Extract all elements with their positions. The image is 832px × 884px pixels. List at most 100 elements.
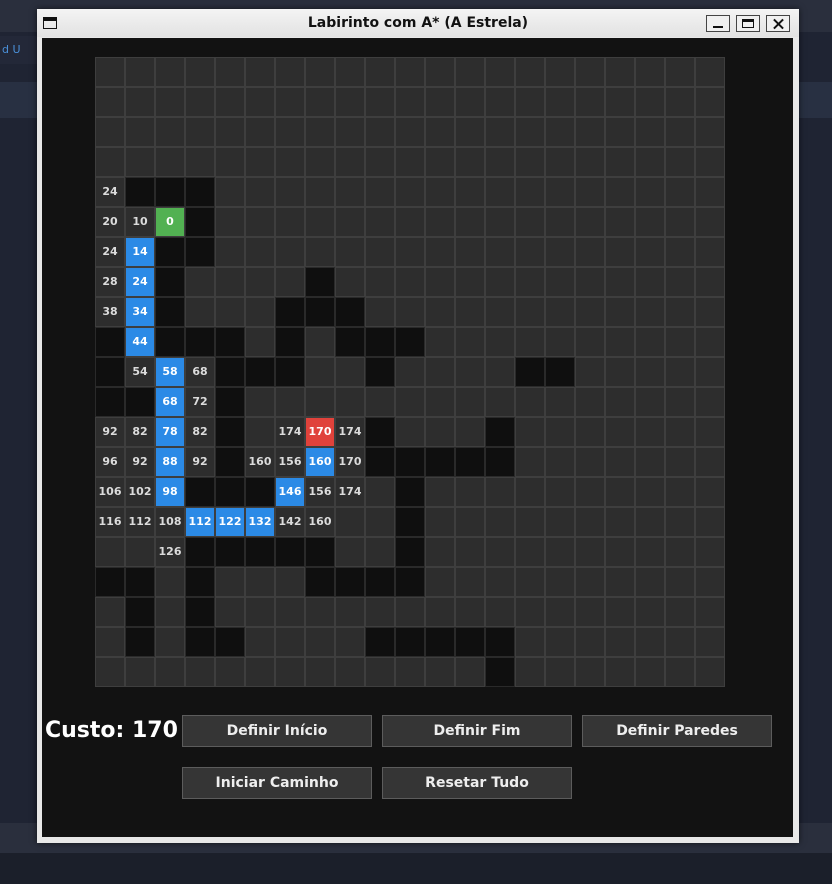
- maze-cell[interactable]: [245, 627, 275, 657]
- maze-cell[interactable]: [425, 147, 455, 177]
- maze-cell[interactable]: [365, 507, 395, 537]
- maze-wall-cell[interactable]: [215, 327, 245, 357]
- maze-cell[interactable]: [635, 357, 665, 387]
- maze-cell[interactable]: [155, 657, 185, 687]
- maze-cell[interactable]: [275, 207, 305, 237]
- maze-cell[interactable]: [665, 507, 695, 537]
- maze-cell[interactable]: [695, 57, 725, 87]
- maze-cell[interactable]: [545, 657, 575, 687]
- maze-cell[interactable]: [155, 147, 185, 177]
- maze-cell[interactable]: [635, 237, 665, 267]
- maze-wall-cell[interactable]: [185, 627, 215, 657]
- maze-cell[interactable]: [545, 567, 575, 597]
- maze-wall-cell[interactable]: [395, 327, 425, 357]
- maze-wall-cell[interactable]: [155, 297, 185, 327]
- maze-cell[interactable]: [695, 387, 725, 417]
- maze-cell[interactable]: [365, 87, 395, 117]
- maze-explored-cell[interactable]: 102: [125, 477, 155, 507]
- maze-cell[interactable]: [485, 387, 515, 417]
- maze-cell[interactable]: [695, 207, 725, 237]
- maze-wall-cell[interactable]: [245, 357, 275, 387]
- maze-cell[interactable]: [485, 87, 515, 117]
- maze-cell[interactable]: [245, 417, 275, 447]
- maze-wall-cell[interactable]: [365, 327, 395, 357]
- maze-wall-cell[interactable]: [305, 537, 335, 567]
- maze-cell[interactable]: [545, 507, 575, 537]
- maze-cell[interactable]: [425, 87, 455, 117]
- maze-wall-cell[interactable]: [365, 447, 395, 477]
- maze-cell[interactable]: [575, 507, 605, 537]
- maze-cell[interactable]: [125, 117, 155, 147]
- maze-cell[interactable]: [575, 147, 605, 177]
- maze-cell[interactable]: [215, 267, 245, 297]
- maze-cell[interactable]: [425, 357, 455, 387]
- maze-cell[interactable]: [335, 537, 365, 567]
- maze-cell[interactable]: [695, 327, 725, 357]
- maze-wall-cell[interactable]: [215, 477, 245, 507]
- maze-cell[interactable]: [635, 507, 665, 537]
- maze-cell[interactable]: [695, 657, 725, 687]
- maze-cell[interactable]: [455, 267, 485, 297]
- maze-cell[interactable]: [335, 147, 365, 177]
- maze-cell[interactable]: [365, 147, 395, 177]
- maze-explored-cell[interactable]: 112: [125, 507, 155, 537]
- maze-cell[interactable]: [515, 507, 545, 537]
- maze-cell[interactable]: [395, 117, 425, 147]
- maze-cell[interactable]: [395, 87, 425, 117]
- maze-explored-cell[interactable]: 174: [335, 417, 365, 447]
- maze-cell[interactable]: [455, 567, 485, 597]
- maze-cell[interactable]: [155, 627, 185, 657]
- maze-cell[interactable]: [605, 627, 635, 657]
- maze-cell[interactable]: [275, 267, 305, 297]
- maze-wall-cell[interactable]: [395, 627, 425, 657]
- maze-cell[interactable]: [455, 297, 485, 327]
- maze-cell[interactable]: [215, 657, 245, 687]
- maze-cell[interactable]: [425, 237, 455, 267]
- maze-explored-cell[interactable]: 174: [335, 477, 365, 507]
- maze-wall-cell[interactable]: [395, 507, 425, 537]
- maze-path-cell[interactable]: 122: [215, 507, 245, 537]
- maze-wall-cell[interactable]: [365, 627, 395, 657]
- maze-cell[interactable]: [485, 57, 515, 87]
- maze-cell[interactable]: [575, 357, 605, 387]
- maze-cell[interactable]: [335, 357, 365, 387]
- maze-cell[interactable]: [545, 117, 575, 147]
- maze-cell[interactable]: [665, 177, 695, 207]
- maze-cell[interactable]: [695, 357, 725, 387]
- maze-cell[interactable]: [425, 117, 455, 147]
- maze-cell[interactable]: [545, 147, 575, 177]
- maze-cell[interactable]: [695, 117, 725, 147]
- maze-cell[interactable]: [365, 387, 395, 417]
- maze-cell[interactable]: [515, 177, 545, 207]
- maze-cell[interactable]: [635, 447, 665, 477]
- maze-cell[interactable]: [305, 177, 335, 207]
- maze-cell[interactable]: [605, 57, 635, 87]
- reset-all-button[interactable]: Resetar Tudo: [382, 767, 572, 799]
- maze-path-cell[interactable]: 98: [155, 477, 185, 507]
- maze-cell[interactable]: [125, 147, 155, 177]
- maze-cell[interactable]: [515, 297, 545, 327]
- maze-wall-cell[interactable]: [485, 417, 515, 447]
- maze-wall-cell[interactable]: [185, 597, 215, 627]
- maze-wall-cell[interactable]: [185, 327, 215, 357]
- maze-wall-cell[interactable]: [395, 477, 425, 507]
- maze-cell[interactable]: [695, 87, 725, 117]
- maze-wall-cell[interactable]: [275, 357, 305, 387]
- maze-cell[interactable]: [665, 477, 695, 507]
- maze-wall-cell[interactable]: [395, 567, 425, 597]
- maze-explored-cell[interactable]: 160: [305, 507, 335, 537]
- maze-cell[interactable]: [305, 57, 335, 87]
- maze-explored-cell[interactable]: 92: [185, 447, 215, 477]
- maze-cell[interactable]: [485, 357, 515, 387]
- maze-cell[interactable]: [575, 207, 605, 237]
- maze-cell[interactable]: [665, 327, 695, 357]
- maze-explored-cell[interactable]: 126: [155, 537, 185, 567]
- minimize-icon[interactable]: [706, 15, 730, 32]
- maze-wall-cell[interactable]: [455, 447, 485, 477]
- maze-cell[interactable]: [515, 447, 545, 477]
- maze-cell[interactable]: [605, 177, 635, 207]
- maze-cell[interactable]: [455, 477, 485, 507]
- maze-cell[interactable]: [455, 597, 485, 627]
- maze-cell[interactable]: [515, 657, 545, 687]
- maze-cell[interactable]: [515, 477, 545, 507]
